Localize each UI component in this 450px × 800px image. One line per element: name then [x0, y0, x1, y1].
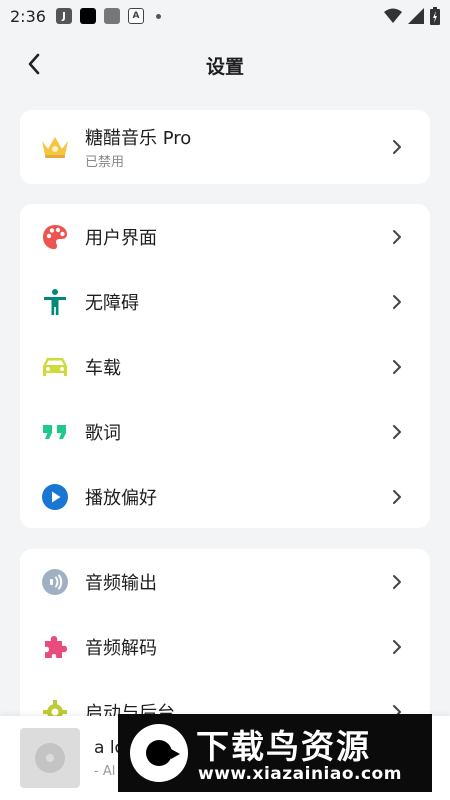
disc-icon — [35, 743, 65, 773]
watermark-banner: 下载鸟资源 www.xiazainiao.com — [118, 714, 432, 792]
wifi-icon — [384, 8, 402, 23]
battery-icon — [430, 7, 440, 25]
app-a-notification-icon: A — [127, 8, 144, 24]
setting-row-playback-preferences[interactable]: 播放偏好 — [20, 464, 430, 529]
setting-label: 音频解码 — [85, 637, 157, 659]
status-bar: 2:36 J A — [0, 0, 450, 32]
setting-label: 用户界面 — [85, 227, 157, 249]
palette-icon — [40, 222, 70, 252]
setting-row-car-mode[interactable]: 车载 — [20, 334, 430, 399]
chevron-right-icon — [393, 574, 401, 589]
setting-label: 播放偏好 — [85, 487, 157, 509]
chevron-right-icon — [393, 229, 401, 244]
status-time: 2:36 — [10, 6, 46, 26]
pro-card[interactable]: 糖醋音乐 Pro 已禁用 — [20, 110, 430, 184]
setting-row-lyrics[interactable]: 歌词 — [20, 399, 430, 464]
pro-status: 已禁用 — [85, 155, 125, 170]
setting-row-audio-output[interactable]: 音频输出 — [20, 549, 430, 614]
setting-row-user-interface[interactable]: 用户界面 — [20, 204, 430, 269]
car-icon — [40, 352, 70, 382]
quote-icon — [40, 417, 70, 447]
chevron-right-icon — [393, 294, 401, 309]
setting-row-audio-decoding[interactable]: 音频解码 — [20, 614, 430, 679]
setting-label: 歌词 — [85, 422, 121, 444]
chevron-right-icon — [393, 489, 401, 504]
watermark-title: 下载鸟资源 — [196, 727, 371, 766]
chevron-right-icon — [393, 639, 401, 654]
app-j-notification-icon: J — [55, 8, 72, 24]
settings-group-1: 用户界面 无障碍 车载 歌词 播放偏好 — [20, 204, 430, 528]
chevron-right-icon — [393, 424, 401, 439]
signal-icon — [408, 8, 424, 24]
audio-output-icon — [40, 567, 70, 597]
setting-label: 音频输出 — [85, 572, 157, 594]
puzzle-icon — [40, 632, 70, 662]
pro-row[interactable]: 糖醋音乐 Pro 已禁用 — [20, 110, 430, 184]
setting-label: 无障碍 — [85, 292, 139, 314]
app-bar: 设置 — [0, 32, 450, 96]
watermark-url: www.xiazainiao.com — [198, 764, 402, 784]
chevron-right-icon — [393, 140, 401, 154]
app-black-notification-icon — [79, 8, 96, 24]
crown-icon — [40, 132, 70, 162]
app-grey-notification-icon — [103, 8, 120, 24]
setting-label: 车载 — [85, 357, 121, 379]
page-title: 设置 — [205, 56, 244, 78]
album-art[interactable] — [20, 728, 80, 788]
accessibility-icon — [40, 287, 70, 317]
play-circle-icon — [40, 482, 70, 512]
pro-title: 糖醋音乐 Pro — [85, 128, 192, 149]
watermark-logo-icon — [130, 724, 188, 782]
chevron-right-icon — [393, 359, 401, 374]
song-artist: - Al — [94, 764, 116, 779]
more-notifications-dot-icon — [155, 13, 161, 19]
setting-row-accessibility[interactable]: 无障碍 — [20, 269, 430, 334]
